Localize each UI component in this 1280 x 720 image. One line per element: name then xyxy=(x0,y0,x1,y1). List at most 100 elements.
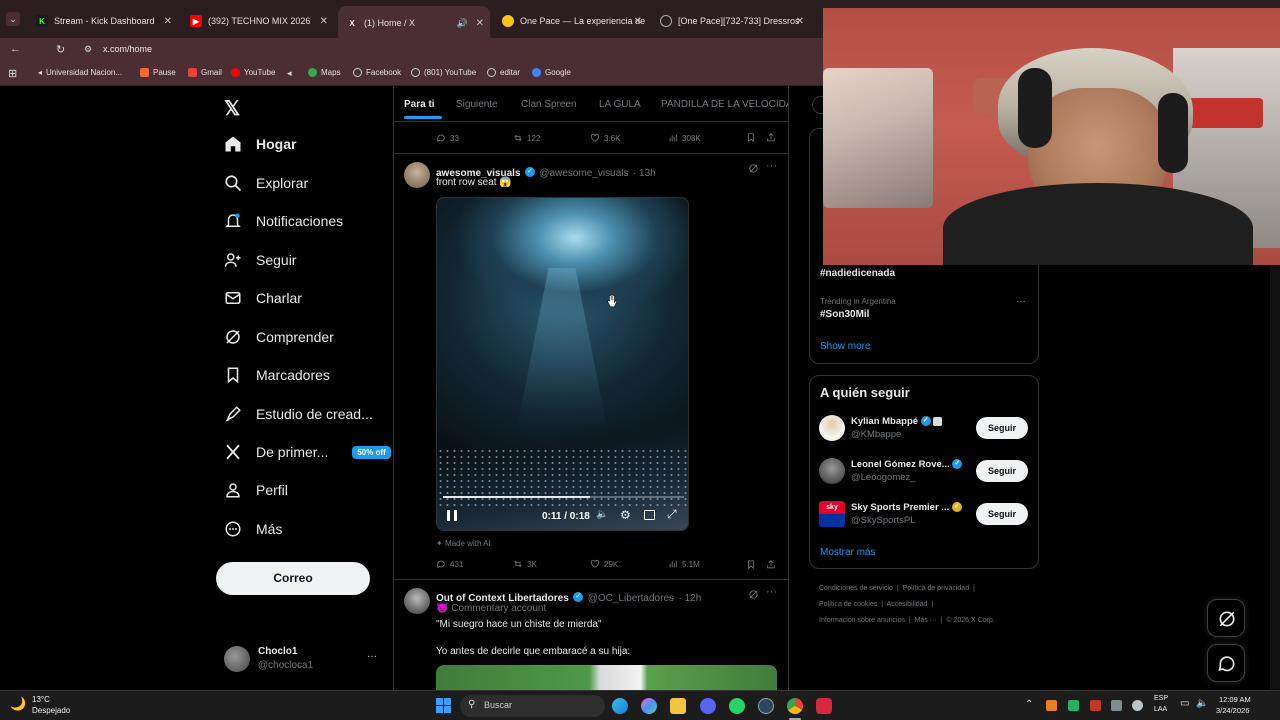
nav-home[interactable]: Hogar xyxy=(224,135,296,153)
tab-pandilla[interactable]: PANDILLA DE LA VELOCIDA xyxy=(661,99,788,110)
tweet-2[interactable]: Out of Context Libertadores ✓ @OC_Libert… xyxy=(394,580,788,690)
tab-one-pace-video[interactable]: [One Pace][732-733] Dressros ✕ xyxy=(652,8,810,34)
nav-bookmarks[interactable]: Marcadores xyxy=(224,366,330,384)
bookmark-facebook[interactable]: Facebook xyxy=(353,68,401,77)
tray-icon[interactable] xyxy=(1090,700,1101,711)
fullscreen-icon[interactable]: ⤢ xyxy=(667,507,677,522)
grok-float-button[interactable] xyxy=(1207,599,1245,637)
nav-messages[interactable]: Charlar xyxy=(224,289,302,307)
tray-icon[interactable] xyxy=(1111,700,1122,711)
tray-chevron-icon[interactable]: ⌃ xyxy=(1025,699,1033,710)
clock-date[interactable]: 3/24/2026 xyxy=(1216,706,1249,715)
trend-tag[interactable]: #Son30Mil xyxy=(820,309,869,320)
nav-grok[interactable]: Comprender xyxy=(224,328,334,346)
tweet-1[interactable]: awesome_visuals ✓ @awesome_visuals · 13h… xyxy=(394,154,788,579)
reply-action[interactable]: 33 xyxy=(436,133,459,143)
clock-time[interactable]: 12:09 AM xyxy=(1219,695,1251,704)
tab-one-pace[interactable]: One Pace — La experiencia de ✕ xyxy=(494,8,648,34)
back-icon[interactable]: ← xyxy=(10,43,21,55)
video-player[interactable]: 0:11 / 0:18 🔈 ⚙ ⤢ xyxy=(436,197,689,531)
nav-follow[interactable]: Seguir xyxy=(224,251,296,269)
volume-icon[interactable]: 🔈 xyxy=(1196,698,1208,709)
follow-button[interactable]: Seguir xyxy=(976,460,1028,482)
reload-icon[interactable]: ↻ xyxy=(56,43,65,56)
like-action[interactable]: 3.6K xyxy=(590,133,620,143)
like-action[interactable]: 29K xyxy=(590,559,618,569)
follow-button[interactable]: Seguir xyxy=(976,417,1028,439)
show-more-link[interactable]: Mostrar más xyxy=(820,547,876,558)
tray-icon[interactable] xyxy=(1132,700,1143,711)
tab-youtube[interactable]: ▶ (392) TECHNO MIX 2026 ✕ xyxy=(182,8,334,34)
tweet-more-icon[interactable]: ··· xyxy=(766,586,777,598)
post-button[interactable]: Correo xyxy=(216,562,370,595)
bookmark-universidad[interactable]: ◂ Universidad Nacion... xyxy=(38,68,122,77)
tweet-media[interactable] xyxy=(436,665,777,690)
weather-widget[interactable]: 🌙 13°C Despejado xyxy=(10,695,100,717)
avatar[interactable] xyxy=(404,588,430,614)
nav-notifications[interactable]: Notificaciones xyxy=(224,212,343,230)
suggestion-row[interactable]: Kylian Mbappé ✓ @KMbappe xyxy=(819,414,969,444)
x-logo-icon[interactable]: 𝕏 xyxy=(224,96,240,121)
grok-icon[interactable] xyxy=(748,589,759,600)
follow-button[interactable]: Seguir xyxy=(976,503,1028,525)
video-progress-track[interactable] xyxy=(443,496,684,498)
bookmark-youtube-801[interactable]: (801) YouTube xyxy=(411,68,476,77)
steam-icon[interactable] xyxy=(758,698,774,714)
suggestion-row[interactable]: Leonel Gómez Rove... ✓ @Leoogomez_ xyxy=(819,457,969,487)
avatar[interactable] xyxy=(404,162,430,188)
edge-icon[interactable] xyxy=(612,698,628,714)
tab-following[interactable]: Siguiente xyxy=(456,99,498,110)
close-icon[interactable]: ✕ xyxy=(796,16,804,27)
footer-link[interactable]: Más ··· xyxy=(915,617,937,624)
views-action[interactable]: 308K xyxy=(668,133,701,143)
show-more-link[interactable]: Show more xyxy=(820,341,871,352)
bookmark-icon[interactable] xyxy=(746,132,756,143)
start-button[interactable] xyxy=(436,698,451,713)
pip-icon[interactable] xyxy=(644,510,655,520)
bookmark-maps[interactable]: Maps xyxy=(308,68,341,77)
bookmark-google[interactable]: Google xyxy=(532,68,571,77)
tab-kick[interactable]: K Stream - Kick Dashboard ✕ xyxy=(28,8,178,34)
account-more-icon[interactable]: ··· xyxy=(367,651,377,662)
trend-more-icon[interactable]: ··· xyxy=(1016,296,1026,307)
footer-link[interactable]: Condiciones de servicio xyxy=(819,585,893,592)
views-action[interactable]: 5.1M xyxy=(668,559,700,569)
share-icon[interactable] xyxy=(766,132,776,143)
nav-premium[interactable]: De primer... 50% off xyxy=(224,443,391,461)
tweet-time[interactable]: · 13h xyxy=(633,168,656,179)
volume-icon[interactable]: 🔈 xyxy=(596,509,608,520)
apps-grid-icon[interactable]: ⊞ xyxy=(8,67,17,80)
reply-action[interactable]: 431 xyxy=(436,559,463,569)
nav-more[interactable]: Más xyxy=(224,520,282,538)
copilot-icon[interactable] xyxy=(641,698,657,714)
file-explorer-icon[interactable] xyxy=(670,698,686,714)
whatsapp-icon[interactable] xyxy=(729,698,745,714)
tab-search-button[interactable]: ⌄ xyxy=(6,12,20,26)
nav-profile[interactable]: Perfil xyxy=(224,481,288,499)
bookmark-gmail[interactable]: Gmail xyxy=(188,68,222,77)
tab-for-you[interactable]: Para ti xyxy=(404,99,435,110)
close-icon[interactable]: ✕ xyxy=(164,16,172,27)
author-handle[interactable]: @awesome_visuals xyxy=(539,168,628,179)
settings-icon[interactable]: ⚙ xyxy=(620,508,631,522)
bookmark-arrow-icon[interactable]: ◂ xyxy=(287,68,292,79)
close-icon[interactable]: ✕ xyxy=(476,18,484,29)
repost-action[interactable]: 122 xyxy=(513,133,540,143)
close-icon[interactable]: ✕ xyxy=(320,16,328,27)
bookmark-editar[interactable]: editar xyxy=(487,68,520,77)
tweet-time[interactable]: · 12h xyxy=(678,593,701,604)
footer-link[interactable]: Política de privacidad xyxy=(903,585,970,592)
taskbar-search[interactable]: ⚲ Buscar xyxy=(460,695,605,717)
site-info-icon[interactable]: ⚙ xyxy=(84,44,92,55)
author-handle[interactable]: @OC_Libertadores xyxy=(588,593,674,604)
grok-icon[interactable] xyxy=(748,163,759,174)
nav-explore[interactable]: Explorar xyxy=(224,174,308,192)
nav-creator-studio[interactable]: Estudio de cread... xyxy=(224,405,373,423)
share-icon[interactable] xyxy=(766,559,776,570)
tab-la-gula[interactable]: LA GULA xyxy=(599,99,641,110)
tray-icon[interactable] xyxy=(1046,700,1057,711)
discord-icon[interactable] xyxy=(700,698,716,714)
chrome-icon[interactable] xyxy=(787,698,803,714)
app-red-icon[interactable] xyxy=(816,698,832,714)
footer-link[interactable]: Información sobre anuncios xyxy=(819,617,905,624)
